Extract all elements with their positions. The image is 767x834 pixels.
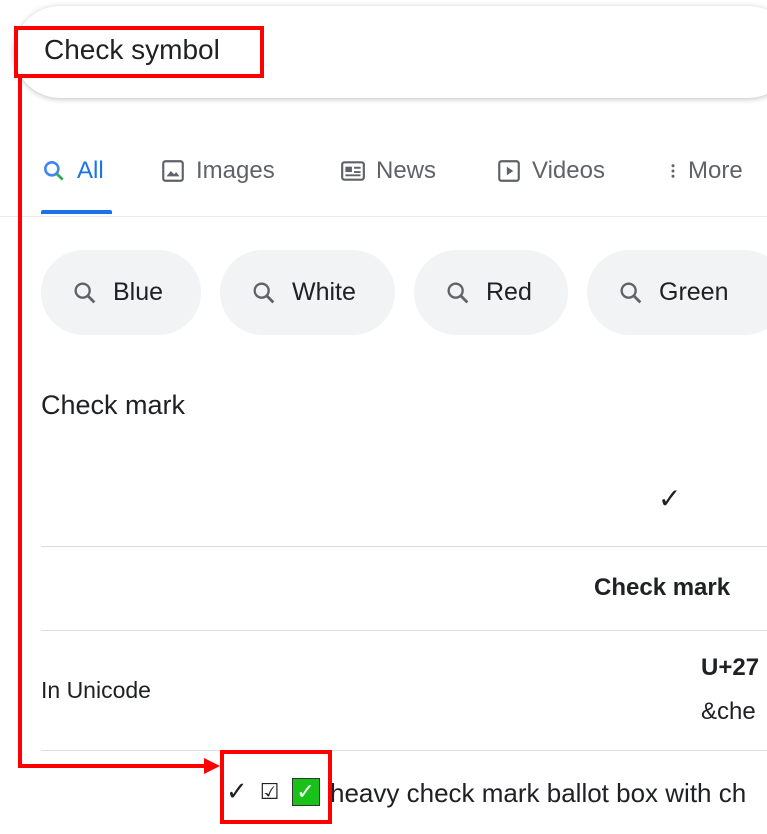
chip-label: White	[292, 278, 356, 306]
tab-more[interactable]: More	[664, 157, 743, 185]
column-header: Check mark	[594, 574, 731, 601]
tab-all[interactable]: All	[41, 157, 104, 185]
divider	[41, 630, 767, 631]
more-vert-icon	[671, 164, 675, 178]
image-icon	[162, 160, 184, 182]
chip-white[interactable]: White	[220, 250, 395, 335]
tab-news[interactable]: News	[340, 157, 436, 185]
html-entity: &che	[701, 698, 756, 725]
tab-videos[interactable]: Videos	[496, 157, 605, 185]
chip-label: Green	[659, 278, 729, 306]
search-icon	[620, 282, 642, 303]
arrow-head-icon	[204, 758, 220, 774]
tab-label: Videos	[532, 157, 605, 184]
chip-label: Red	[486, 278, 532, 306]
highlight-box-symbols	[220, 750, 332, 824]
active-tab-indicator	[41, 210, 112, 214]
tab-label: More	[688, 157, 743, 184]
annotation-line	[18, 764, 208, 768]
play-icon	[498, 160, 520, 182]
search-icon	[44, 161, 64, 181]
divider	[41, 546, 767, 547]
check-symbol: ✓	[658, 483, 682, 514]
search-icon	[74, 282, 96, 303]
chip-blue[interactable]: Blue	[41, 250, 201, 335]
search-icon	[253, 282, 275, 303]
card-title: Check mark	[41, 390, 186, 420]
tab-label: All	[77, 157, 104, 184]
symbol-names: heavy check mark ballot box with ch	[330, 778, 747, 808]
divider	[41, 750, 767, 751]
divider	[0, 216, 767, 217]
chip-label: Blue	[113, 278, 164, 306]
tab-label: News	[376, 157, 437, 184]
highlight-box-query	[14, 26, 264, 78]
annotation-line	[18, 74, 22, 768]
row-label: In Unicode	[41, 677, 151, 703]
chip-green[interactable]: Green	[587, 250, 767, 335]
unicode-code: U+27	[701, 654, 760, 681]
search-icon	[447, 282, 469, 303]
tab-images[interactable]: Images	[160, 157, 275, 185]
tab-label: Images	[196, 157, 275, 184]
chip-red[interactable]: Red	[414, 250, 568, 335]
news-icon	[341, 161, 365, 181]
